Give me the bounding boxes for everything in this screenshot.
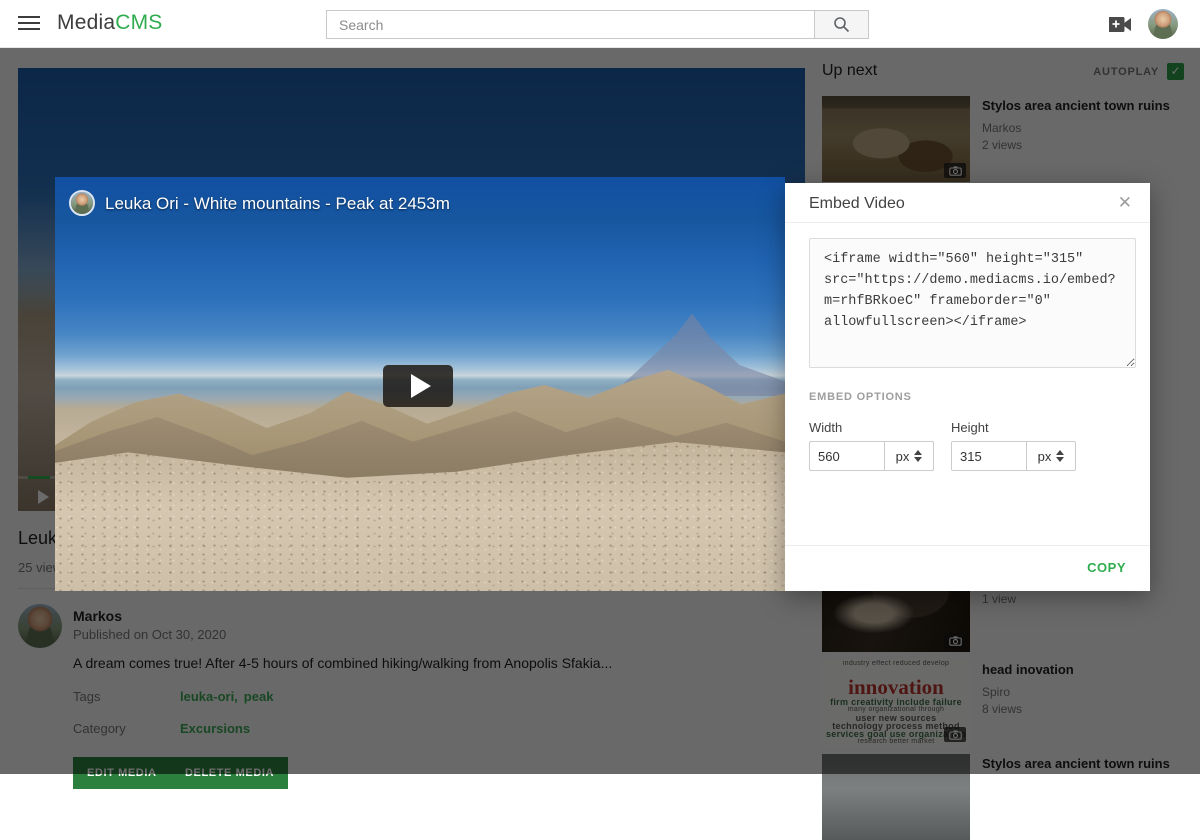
height-unit-value: px bbox=[1038, 449, 1052, 464]
close-icon[interactable]: ✕ bbox=[1118, 193, 1132, 213]
dialog-title: Embed Video bbox=[809, 195, 905, 213]
logo[interactable]: MediaCMS bbox=[57, 11, 162, 35]
preview-video-title: Leuka Ori - White mountains - Peak at 24… bbox=[105, 194, 450, 214]
search-button[interactable] bbox=[815, 10, 869, 39]
logo-media: Media bbox=[57, 11, 115, 34]
height-label: Height bbox=[951, 420, 989, 435]
height-input[interactable] bbox=[951, 441, 1027, 471]
avatar-photo bbox=[1148, 9, 1178, 39]
dialog-footer: COPY bbox=[785, 545, 1150, 591]
play-button[interactable] bbox=[383, 365, 453, 407]
embed-code-textarea[interactable]: <iframe width="560" height="315" src="ht… bbox=[809, 238, 1136, 368]
play-icon bbox=[411, 374, 431, 398]
width-label: Width bbox=[809, 420, 842, 435]
avatar-photo bbox=[71, 192, 93, 214]
height-unit-select[interactable]: px bbox=[1027, 441, 1076, 471]
search-input[interactable] bbox=[326, 10, 815, 39]
logo-cms: CMS bbox=[115, 11, 162, 34]
search-icon bbox=[833, 16, 850, 33]
width-unit-select[interactable]: px bbox=[885, 441, 934, 471]
dialog-header: Embed Video ✕ bbox=[785, 183, 1150, 223]
menu-icon[interactable] bbox=[18, 16, 40, 32]
top-bar: MediaCMS bbox=[0, 0, 1200, 48]
stepper-arrows-icon bbox=[1056, 450, 1064, 462]
preview-author-avatar[interactable] bbox=[69, 190, 95, 216]
copy-button[interactable]: COPY bbox=[1087, 560, 1126, 575]
user-avatar[interactable] bbox=[1148, 9, 1178, 39]
embed-video-dialog: Embed Video ✕ <iframe width="560" height… bbox=[785, 183, 1150, 591]
embed-options-label: EMBED OPTIONS bbox=[809, 391, 912, 403]
upload-video-icon[interactable] bbox=[1108, 16, 1132, 38]
embed-video-preview[interactable]: Leuka Ori - White mountains - Peak at 24… bbox=[55, 177, 785, 591]
width-unit-value: px bbox=[896, 449, 910, 464]
stepper-arrows-icon bbox=[914, 450, 922, 462]
width-input[interactable] bbox=[809, 441, 885, 471]
